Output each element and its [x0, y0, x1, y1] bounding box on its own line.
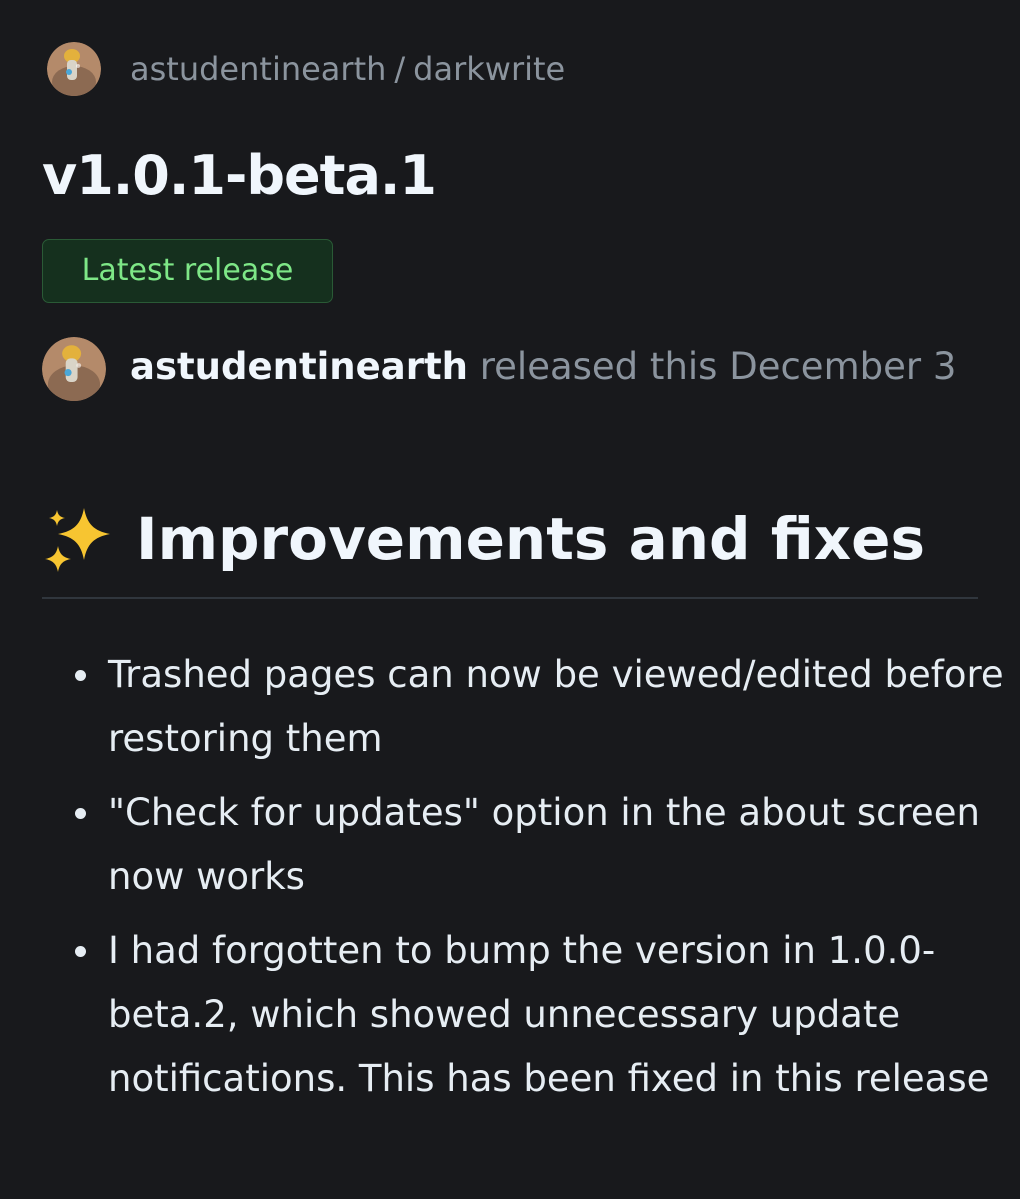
release-byline: astudentinearth released this December 3 [130, 338, 990, 396]
author-avatar[interactable] [42, 337, 106, 401]
heading-divider [42, 597, 978, 599]
repo-owner-link[interactable]: astudentinearth [130, 50, 386, 88]
release-title: v1.0.1-beta.1 [42, 144, 437, 207]
release-notes-list: Trashed pages can now be viewed/edited b… [60, 643, 1020, 1121]
list-item: Trashed pages can now be viewed/edited b… [75, 643, 1020, 771]
repo-breadcrumb: astudentinearth / darkwrite [130, 46, 565, 92]
repo-name-link[interactable]: darkwrite [413, 50, 565, 88]
repo-owner-avatar[interactable] [47, 42, 101, 96]
list-item: I had forgotten to bump the version in 1… [75, 919, 1020, 1111]
breadcrumb-separator: / [394, 50, 406, 88]
release-date-text: released this December 3 [479, 345, 957, 388]
improvements-heading: Improvements and fixes [42, 500, 925, 578]
improvements-heading-text: Improvements and fixes [136, 505, 926, 573]
sparkles-icon [42, 504, 116, 574]
latest-release-badge: Latest release [42, 239, 333, 303]
author-link[interactable]: astudentinearth [130, 345, 468, 388]
list-item: "Check for updates" option in the about … [75, 781, 1020, 909]
